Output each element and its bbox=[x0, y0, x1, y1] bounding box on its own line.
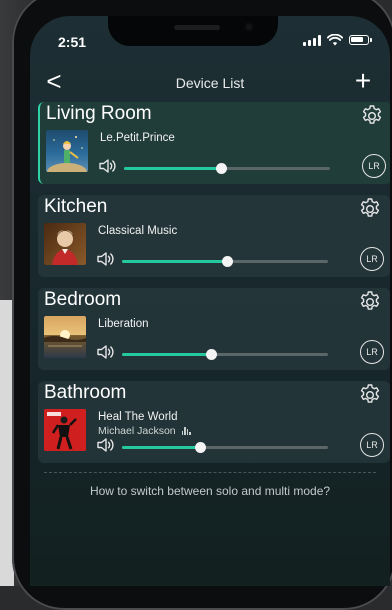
volume-slider[interactable] bbox=[124, 163, 330, 174]
room-name: Bedroom bbox=[44, 289, 122, 310]
now-playing-icon bbox=[181, 427, 191, 435]
divider bbox=[44, 472, 376, 473]
help-link[interactable]: How to switch between solo and multi mod… bbox=[30, 484, 390, 498]
track-title: Liberation bbox=[98, 318, 149, 330]
channel-lr-button[interactable]: LR bbox=[360, 340, 384, 364]
status-time: 2:51 bbox=[58, 34, 87, 50]
device-card-bedroom[interactable]: Bedroom Liberation LR bbox=[38, 288, 390, 370]
track-artist: Michael Jackson bbox=[98, 425, 191, 437]
album-art-sunset bbox=[44, 316, 86, 358]
volume-fill bbox=[122, 446, 201, 449]
artist-name: Michael Jackson bbox=[98, 425, 176, 437]
volume-slider[interactable] bbox=[122, 256, 328, 267]
status-icons bbox=[303, 34, 372, 46]
volume-fill bbox=[122, 260, 228, 263]
speaker-icon[interactable] bbox=[96, 344, 116, 360]
channel-lr-button[interactable]: LR bbox=[362, 154, 386, 178]
cellular-signal-icon bbox=[303, 34, 321, 46]
track-title: Classical Music bbox=[98, 225, 178, 237]
track-title: Heal The World bbox=[98, 411, 178, 423]
channel-lr-button[interactable]: LR bbox=[360, 247, 384, 271]
front-camera bbox=[244, 22, 254, 32]
device-card-bathroom[interactable]: Bathroom Heal The World Michael Jackson bbox=[38, 381, 390, 463]
volume-knob[interactable] bbox=[205, 349, 217, 360]
gear-icon[interactable] bbox=[360, 104, 384, 128]
device-card-kitchen[interactable]: Kitchen Classical Music LR bbox=[38, 195, 390, 277]
gear-icon[interactable] bbox=[358, 290, 382, 314]
volume-knob[interactable] bbox=[195, 442, 207, 453]
room-name: Bathroom bbox=[44, 382, 127, 403]
page-title: Device List bbox=[175, 75, 245, 91]
volume-slider[interactable] bbox=[122, 442, 328, 453]
album-art-little-prince bbox=[46, 130, 88, 172]
speaker-icon[interactable] bbox=[96, 437, 116, 453]
room-name: Kitchen bbox=[44, 196, 108, 217]
speaker-icon[interactable] bbox=[98, 158, 118, 174]
volume-slider[interactable] bbox=[122, 349, 328, 360]
album-art-michael-jackson bbox=[44, 409, 86, 451]
volume-knob[interactable] bbox=[215, 163, 227, 174]
phone-notch bbox=[108, 16, 278, 46]
volume-knob[interactable] bbox=[222, 256, 234, 267]
speaker-icon[interactable] bbox=[96, 251, 116, 267]
track-title: Le.Petit.Prince bbox=[100, 132, 175, 144]
app-screen: 2:51 < Device List + Living Room Le.Peti… bbox=[30, 16, 390, 586]
gear-icon[interactable] bbox=[358, 197, 382, 221]
battery-tip bbox=[370, 38, 372, 42]
wifi-icon bbox=[327, 34, 343, 46]
device-card-living-room[interactable]: Living Room Le.Petit.Prince LR bbox=[38, 102, 390, 184]
gear-icon[interactable] bbox=[358, 383, 382, 407]
battery-icon bbox=[349, 35, 369, 45]
earpiece bbox=[174, 25, 220, 30]
volume-fill bbox=[124, 167, 221, 170]
album-art-mozart-portrait bbox=[44, 223, 86, 265]
add-device-button[interactable]: + bbox=[350, 66, 376, 96]
room-name: Living Room bbox=[46, 103, 152, 124]
volume-fill bbox=[122, 353, 211, 356]
nav-bar: < Device List + bbox=[30, 66, 390, 98]
channel-lr-button[interactable]: LR bbox=[360, 433, 384, 457]
